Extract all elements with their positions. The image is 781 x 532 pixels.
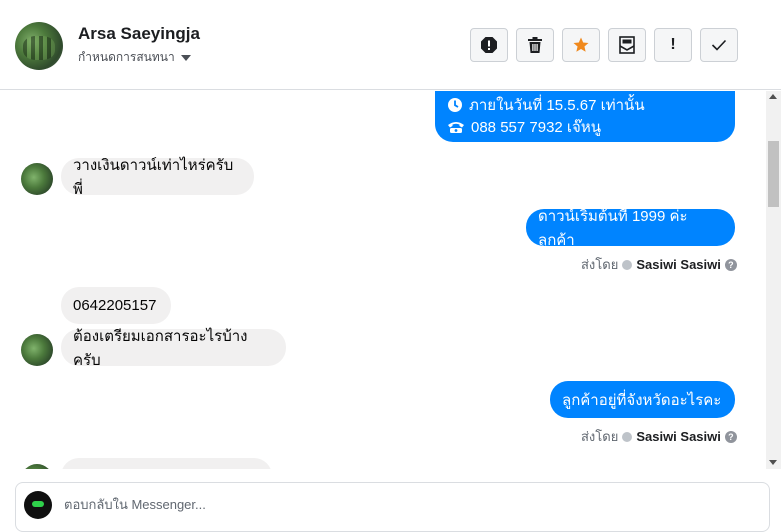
message-text: ต้องเตรียมเอกสารอะไรบ้างครับ	[73, 327, 248, 369]
reply-composer[interactable]	[15, 482, 770, 532]
star-button[interactable]	[562, 28, 600, 62]
incoming-message-bubble[interactable]	[61, 458, 272, 469]
outgoing-message-bubble[interactable]: ลูกค้าอยู่ที่จังหวัดอะไรคะ	[550, 381, 735, 418]
mark-spam-button[interactable]	[470, 28, 508, 62]
verified-icon	[622, 259, 633, 270]
contact-avatar[interactable]	[15, 22, 63, 70]
phone-icon	[448, 122, 464, 133]
delete-button[interactable]	[516, 28, 554, 62]
reply-input[interactable]	[64, 497, 744, 512]
message-text: 088 557 7932 เจ๊หนู	[471, 119, 601, 136]
star-icon	[573, 37, 589, 52]
assign-conversation-dropdown[interactable]: กำหนดการสนทนา	[78, 48, 191, 67]
conversation-header: Arsa Saeyingja กำหนดการสนทนา !	[0, 0, 781, 90]
clock-icon	[448, 98, 462, 112]
sent-by-info: ส่งโดย Sasiwi Sasiwi ?	[581, 254, 737, 275]
outgoing-message-bubble[interactable]: ภายในวันที่ 15.5.67 เท่านั้น 088 557 793…	[435, 91, 735, 142]
mark-unread-button[interactable]	[608, 28, 646, 62]
scroll-down-arrow-icon[interactable]	[769, 460, 777, 465]
message-text: ลูกค้าอยู่ที่จังหวัดอะไรคะ	[562, 391, 722, 409]
page-logo-avatar	[24, 491, 52, 519]
incoming-message-bubble[interactable]: 0642205157	[61, 287, 171, 324]
conversation-toolbar: !	[470, 28, 738, 62]
message-line: 088 557 7932 เจ๊หนู	[447, 115, 601, 139]
mark-done-button[interactable]	[700, 28, 738, 62]
follow-up-icon: !	[670, 36, 676, 53]
help-icon[interactable]: ?	[724, 258, 737, 271]
composer-area	[0, 469, 781, 532]
contact-avatar-small	[21, 163, 53, 195]
contact-avatar-small	[21, 334, 53, 366]
message-thread[interactable]: ภายในวันที่ 15.5.67 เท่านั้น 088 557 793…	[0, 91, 766, 469]
thread-scrollbar[interactable]	[766, 91, 781, 469]
message-text: 0642205157	[73, 297, 157, 314]
sent-by-prefix: ส่งโดย	[581, 429, 619, 444]
message-text: ภายในวันที่ 15.5.67 เท่านั้น	[469, 97, 645, 114]
trash-icon	[528, 37, 542, 53]
message-text: ดาวน์เริ่มต้นที่ 1999 ค่ะลูกค้า	[538, 207, 688, 249]
scrollbar-thumb[interactable]	[768, 141, 779, 207]
scroll-up-arrow-icon[interactable]	[769, 94, 777, 99]
assign-conversation-label: กำหนดการสนทนา	[78, 50, 175, 64]
verified-icon	[622, 431, 633, 442]
outgoing-message-bubble[interactable]: ดาวน์เริ่มต้นที่ 1999 ค่ะลูกค้า	[526, 208, 735, 249]
sender-name[interactable]: Sasiwi Sasiwi	[636, 257, 721, 272]
mark-unread-icon	[619, 36, 635, 54]
help-icon[interactable]: ?	[724, 430, 737, 443]
checkmark-done-icon	[711, 39, 727, 51]
sent-by-prefix: ส่งโดย	[581, 257, 619, 272]
sent-by-info: ส่งโดย Sasiwi Sasiwi ?	[581, 426, 737, 447]
message-line: ภายในวันที่ 15.5.67 เท่านั้น	[447, 93, 645, 117]
follow-up-button[interactable]: !	[654, 28, 692, 62]
message-text: วางเงินดาวน์เท่าไหร่ครับพี่	[73, 156, 234, 198]
contact-name[interactable]: Arsa Saeyingja	[78, 24, 200, 44]
sender-name[interactable]: Sasiwi Sasiwi	[636, 429, 721, 444]
incoming-message-bubble[interactable]: วางเงินดาวน์เท่าไหร่ครับพี่	[61, 157, 254, 198]
incoming-message-bubble[interactable]: ต้องเตรียมเอกสารอะไรบ้างครับ	[61, 328, 286, 369]
spam-alert-icon	[481, 37, 497, 53]
caret-down-icon	[180, 54, 191, 61]
